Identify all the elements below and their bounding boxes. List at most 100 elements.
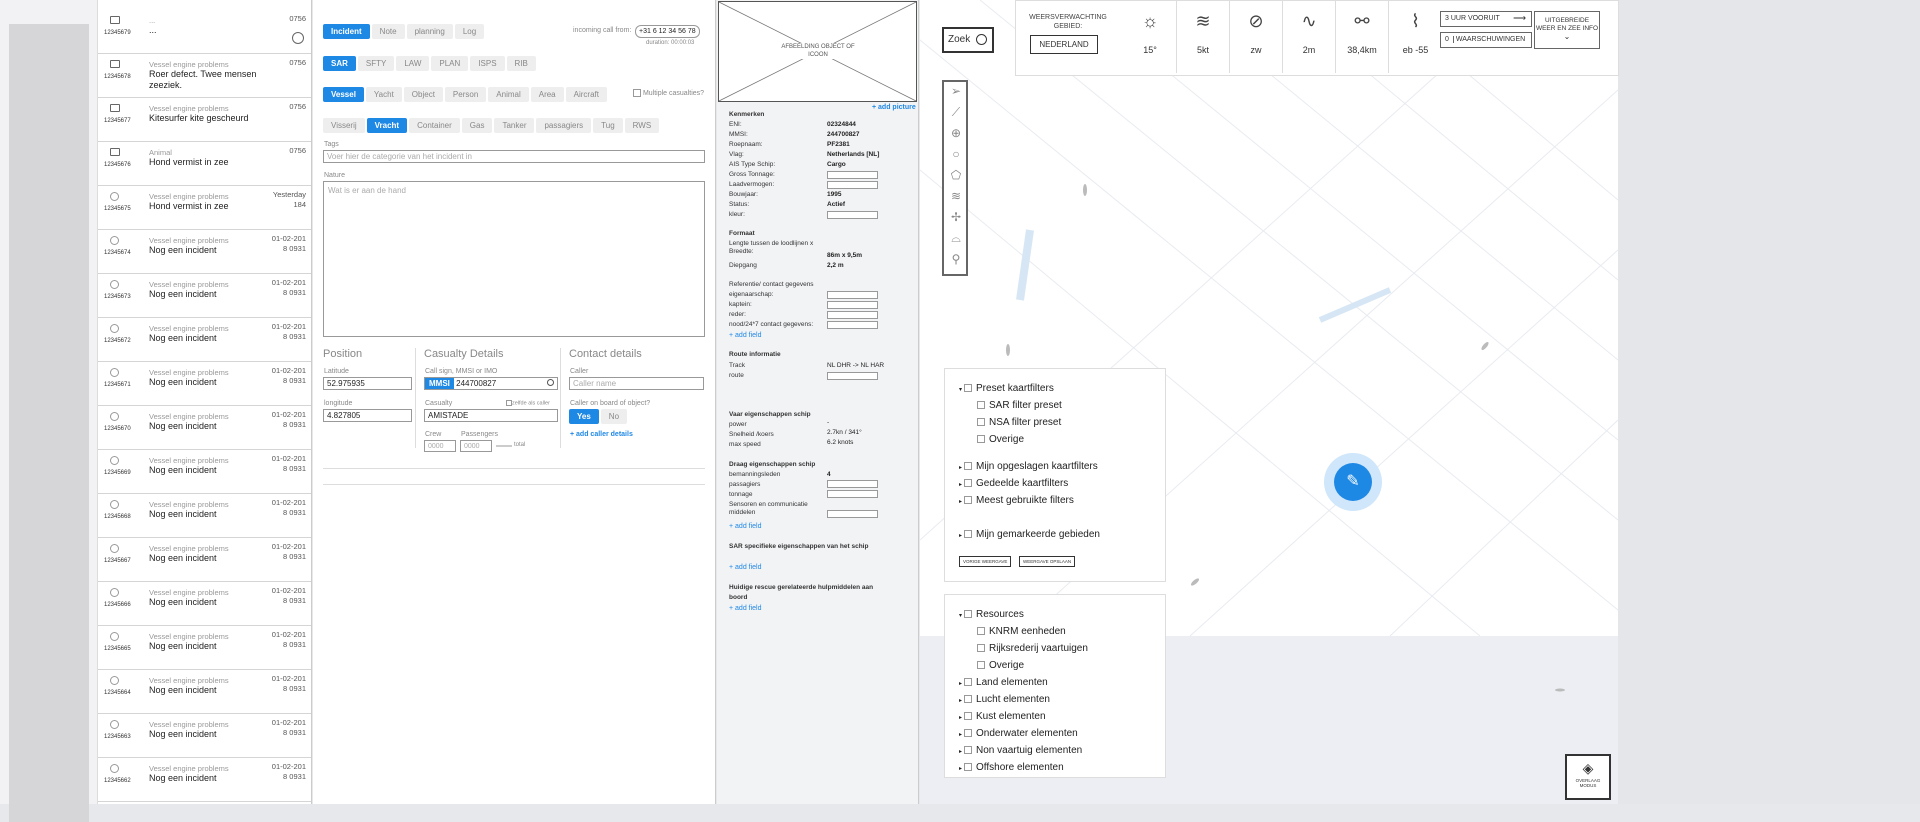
tab-log[interactable]: Log: [454, 24, 485, 39]
filter-checkbox[interactable]: [964, 496, 973, 505]
filter-sub-item[interactable]: SAR filter preset: [977, 400, 1062, 411]
tab-tanker[interactable]: Tanker: [494, 118, 535, 133]
detail-input[interactable]: [827, 181, 878, 189]
filter-group[interactable]: ▸ Gedeelde kaartfilters: [959, 478, 1068, 489]
tab-note[interactable]: Note: [371, 24, 405, 39]
list-item[interactable]: 12345671 Vessel engine problems Nog een in…: [98, 362, 311, 406]
list-item[interactable]: 12345667 Vessel engine problems Nog een in…: [98, 538, 311, 582]
filter-checkbox[interactable]: [964, 763, 973, 772]
list-item[interactable]: 12345666 Vessel engine problems Nog een in…: [98, 582, 311, 626]
tab-vessel[interactable]: Vessel: [323, 87, 364, 102]
add-field-link[interactable]: + add field: [729, 332, 762, 339]
filter-group[interactable]: ▸ Lucht elementen: [959, 694, 1050, 705]
filter-checkbox[interactable]: [977, 418, 985, 427]
yes-button[interactable]: Yes: [569, 409, 599, 424]
sensoren-input[interactable]: [827, 510, 878, 518]
detail-input[interactable]: [827, 211, 878, 219]
callsign-input[interactable]: MMSI 244700827: [424, 377, 558, 390]
avatar-icon[interactable]: [292, 32, 304, 44]
tab-tug[interactable]: Tug: [593, 118, 623, 133]
same-as-caller[interactable]: zelfde als caller: [506, 400, 550, 406]
save-view-button[interactable]: WEERGAVE OPSLAAN: [1019, 556, 1076, 567]
tab-person[interactable]: Person: [444, 87, 487, 102]
filter-sub-item[interactable]: Rijksrederij vaartuigen: [977, 643, 1088, 654]
crosshair-icon[interactable]: ✢: [944, 210, 968, 230]
tags-input[interactable]: Voer hier de categorie van het incident …: [323, 150, 705, 163]
tab-sar[interactable]: SAR: [323, 56, 356, 71]
add-caller-link[interactable]: + add caller details: [570, 431, 633, 438]
tonnage-input[interactable]: [827, 490, 878, 498]
filter-checkbox[interactable]: [964, 678, 973, 687]
filter-checkbox[interactable]: [964, 479, 973, 488]
add-field-link[interactable]: + add field: [729, 605, 762, 612]
route-input[interactable]: [827, 372, 878, 380]
filter-head[interactable]: ▾ Resources: [959, 609, 1024, 620]
multiple-checkbox[interactable]: [633, 89, 641, 97]
no-button[interactable]: No: [600, 409, 628, 424]
pencil-icon[interactable]: ✎: [1334, 463, 1372, 501]
multiple-casualties[interactable]: Multiple casualties?: [633, 89, 704, 97]
longitude-input[interactable]: 4.827805: [323, 409, 412, 422]
list-item[interactable]: 12345664 Vessel engine problems Nog een in…: [98, 670, 311, 714]
list-item[interactable]: 12345662 Vessel engine problems Nog een in…: [98, 758, 311, 802]
filter-checkbox[interactable]: [977, 644, 985, 653]
list-item[interactable]: 12345679...... 0756: [98, 10, 311, 54]
circle-icon[interactable]: ○: [944, 147, 968, 167]
nature-textarea[interactable]: Wat is er aan de hand: [323, 181, 705, 337]
list-item[interactable]: 12345670 Vessel engine problems Nog een in…: [98, 406, 311, 450]
filter-group[interactable]: ▸ Offshore elementen: [959, 762, 1064, 773]
tab-area[interactable]: Area: [530, 87, 564, 102]
filter-group[interactable]: ▸ Meest gebruikte filters: [959, 495, 1074, 506]
list-item[interactable]: 12345677 Vessel engine problems Kitesurfer…: [98, 98, 311, 142]
filter-checkbox[interactable]: [964, 530, 973, 539]
polygon-icon[interactable]: ⬠: [944, 168, 968, 188]
passagiers-input[interactable]: [827, 480, 878, 488]
latitude-input[interactable]: 52.975935: [323, 377, 412, 390]
filter-sub-item[interactable]: Overige: [977, 660, 1024, 671]
tab-object[interactable]: Object: [403, 87, 443, 102]
list-item[interactable]: 12345669 Vessel engine problems Nog een in…: [98, 450, 311, 494]
filter-checkbox[interactable]: [964, 712, 973, 721]
navigate-icon[interactable]: ➢: [944, 84, 968, 104]
list-item[interactable]: 12345668 Vessel engine problems Nog een in…: [98, 494, 311, 538]
tab-rib[interactable]: RIB: [506, 56, 536, 71]
ref-input[interactable]: [827, 321, 878, 329]
ref-input[interactable]: [827, 311, 878, 319]
layers-icon[interactable]: ≋: [944, 189, 968, 209]
tab-passagiers[interactable]: passagiers: [536, 118, 592, 133]
filter-head[interactable]: ▾ Preset kaartfilters: [959, 383, 1054, 394]
incident-list[interactable]: 12345679...... 0756 12345678 Vessel engine …: [98, 0, 312, 804]
tab-law[interactable]: LAW: [396, 56, 430, 71]
list-item[interactable]: 12345674 Vessel engine problems Nog een in…: [98, 230, 311, 274]
filter-checkbox[interactable]: [964, 695, 973, 704]
tab-sfty[interactable]: SFTY: [357, 56, 395, 71]
tab-aircraft[interactable]: Aircraft: [565, 87, 607, 102]
crew-input[interactable]: 0000: [424, 440, 456, 452]
previous-view-button[interactable]: VORIGE WEERGAVE: [959, 556, 1012, 567]
weather-region[interactable]: NEDERLAND: [1030, 35, 1098, 54]
pin-icon[interactable]: ⚲: [944, 252, 968, 272]
tab-isps[interactable]: ISPS: [470, 56, 505, 71]
filter-checkbox[interactable]: [977, 401, 985, 410]
filter-group[interactable]: ▸ Land elementen: [959, 677, 1048, 688]
filter-group[interactable]: ▸ Non vaartuig elementen: [959, 745, 1082, 756]
filter-checkbox[interactable]: [964, 610, 973, 619]
list-item[interactable]: 12345663 Vessel engine problems Nog een in…: [98, 714, 311, 758]
add-field-link[interactable]: + add field: [729, 564, 762, 571]
filter-sub-item[interactable]: Overige: [977, 434, 1024, 445]
filter-sub-item[interactable]: NSA filter preset: [977, 417, 1061, 428]
caller-input[interactable]: Caller name: [569, 377, 704, 390]
extended-info-button[interactable]: UITGEBREIDE WEER EN ZEE INFO ⌄: [1534, 11, 1600, 49]
tab-visserij[interactable]: Visserij: [323, 118, 365, 133]
tab-vracht[interactable]: Vracht: [366, 118, 408, 133]
list-item[interactable]: 12345676 Animal Hond vermist in zee 0756: [98, 142, 311, 186]
add-field-link[interactable]: + add field: [729, 523, 762, 530]
list-item[interactable]: 12345673 Vessel engine problems Nog een in…: [98, 274, 311, 318]
zoom-icon[interactable]: ⊕: [944, 126, 968, 146]
casualty-input[interactable]: AMISTADE: [424, 409, 558, 422]
tab-container[interactable]: Container: [409, 118, 460, 133]
warnings-box[interactable]: 0 WAARSCHUWINGEN: [1440, 32, 1532, 48]
filter-checkbox[interactable]: [977, 627, 985, 636]
search-icon[interactable]: [547, 379, 554, 386]
filter-group[interactable]: ▸ Mijn opgeslagen kaartfilters: [959, 461, 1098, 472]
